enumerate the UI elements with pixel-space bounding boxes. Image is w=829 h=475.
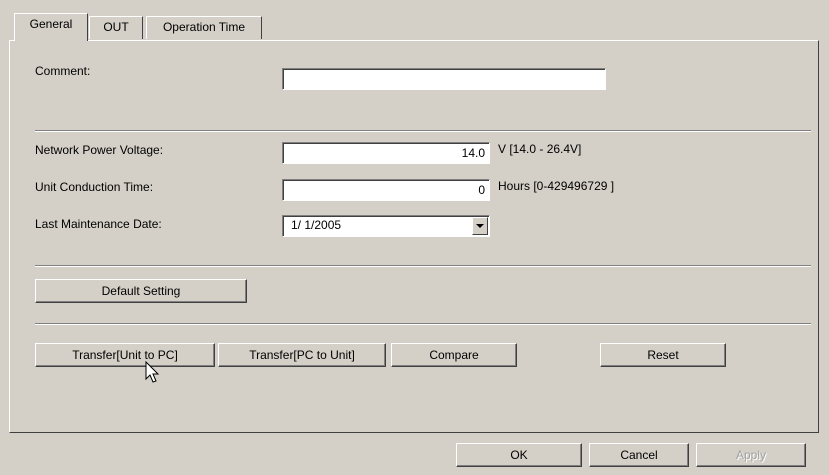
separator-1	[35, 130, 811, 132]
unit-conduction-time-label: Unit Conduction Time:	[35, 180, 154, 194]
last-maintenance-date-label: Last Maintenance Date:	[35, 217, 162, 231]
voltage-range-label: V [14.0 - 26.4V]	[498, 142, 582, 156]
tab-operation-time[interactable]: Operation Time	[146, 16, 262, 39]
unit-conduction-time-field[interactable]	[282, 179, 490, 201]
network-power-voltage-label: Network Power Voltage:	[35, 143, 164, 157]
tab-out[interactable]: OUT	[89, 16, 143, 39]
dropdown-arrow-icon[interactable]	[472, 217, 488, 235]
dialog-footer: OK Cancel Apply	[0, 433, 829, 475]
compare-button[interactable]: Compare	[391, 343, 517, 367]
separator-2	[35, 265, 811, 267]
default-setting-button[interactable]: Default Setting	[35, 279, 247, 303]
transfer-pc-to-unit-button[interactable]: Transfer[PC to Unit]	[218, 343, 386, 367]
apply-button[interactable]: Apply	[696, 443, 806, 467]
separator-3	[35, 323, 811, 325]
tab-general-label: General	[29, 17, 73, 31]
tab-general[interactable]: General	[14, 13, 88, 41]
ok-button[interactable]: OK	[456, 443, 582, 467]
comment-label: Comment:	[35, 64, 91, 78]
tab-out-label: OUT	[103, 20, 129, 34]
cancel-button[interactable]: Cancel	[589, 443, 689, 467]
network-power-voltage-field[interactable]	[282, 142, 490, 164]
last-maintenance-date-value: 1/ 1/2005	[291, 218, 342, 232]
tab-operation-time-label: Operation Time	[162, 20, 246, 34]
transfer-unit-to-pc-button[interactable]: Transfer[Unit to PC]	[35, 343, 215, 367]
comment-field[interactable]	[282, 68, 606, 90]
general-tab-panel: Comment: Network Power Voltage: V [14.0 …	[9, 40, 819, 433]
conduction-range-label: Hours [0-429496729 ]	[498, 179, 615, 193]
last-maintenance-date-picker[interactable]: 1/ 1/2005	[282, 215, 490, 237]
mouse-cursor-icon	[145, 361, 160, 383]
reset-button[interactable]: Reset	[600, 343, 726, 367]
